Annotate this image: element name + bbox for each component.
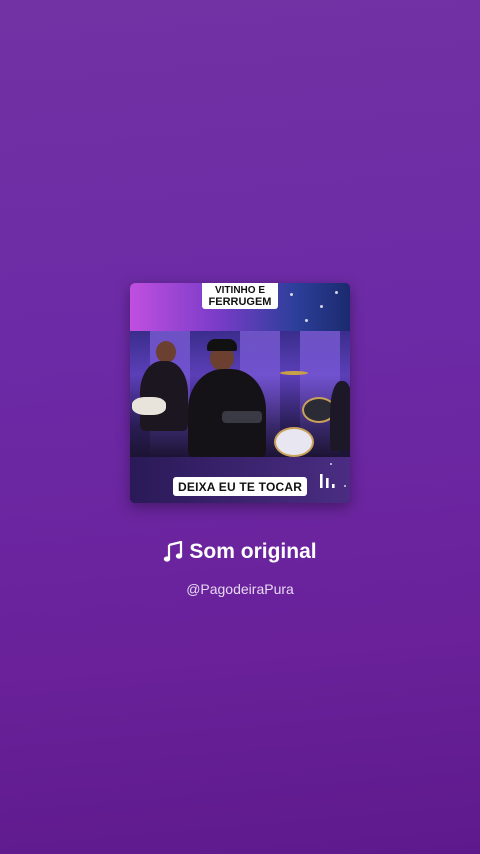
cover-title-line1: VITINHO E: [214, 285, 265, 296]
sparkle: [335, 291, 338, 294]
drum: [274, 427, 314, 457]
cover-title-label: VITINHO E FERRUGEM: [202, 283, 278, 309]
cover-title-line2: FERRUGEM: [208, 296, 272, 308]
sparkle: [344, 485, 346, 487]
cover-header: VITINHO E FERRUGEM: [130, 283, 350, 331]
decor-arc: [130, 283, 196, 329]
musician: [140, 361, 188, 431]
sound-title-row[interactable]: Som original: [0, 540, 480, 564]
stage-photo: [130, 331, 350, 459]
guitar: [132, 397, 166, 415]
cover-caption-label: DEIXA EU TE TOCAR: [173, 477, 308, 496]
musician-head: [156, 341, 176, 363]
album-cover[interactable]: VITINHO E FERRUGEM DEIXA EU TE TOCAR: [130, 283, 350, 503]
sparkle: [320, 305, 323, 308]
sparkle: [305, 319, 308, 322]
sound-title: Som original: [189, 540, 317, 563]
audio-bars-icon: [320, 474, 335, 488]
music-note-icon: [164, 541, 183, 562]
cover-footer: DEIXA EU TE TOCAR: [130, 457, 350, 503]
bass-guitar: [222, 411, 262, 423]
cover-caption: DEIXA EU TE TOCAR: [178, 479, 303, 494]
cap: [207, 339, 237, 351]
cymbal: [280, 371, 308, 375]
drummer: [330, 381, 350, 451]
author-handle[interactable]: @PagodeiraPura: [0, 581, 480, 597]
sparkle: [330, 463, 332, 465]
sparkle: [290, 293, 293, 296]
